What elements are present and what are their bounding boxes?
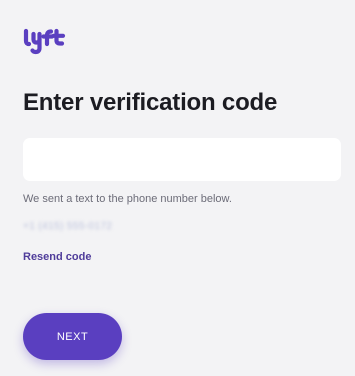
phone-number: +1 (415) 555-0172 <box>23 221 113 232</box>
lyft-logo <box>23 27 67 57</box>
helper-text: We sent a text to the phone number below… <box>23 193 232 205</box>
page-title: Enter verification code <box>23 89 278 116</box>
verification-code-input[interactable] <box>23 138 341 181</box>
next-button[interactable]: NEXT <box>23 313 122 360</box>
resend-code-link[interactable]: Resend code <box>23 251 91 263</box>
